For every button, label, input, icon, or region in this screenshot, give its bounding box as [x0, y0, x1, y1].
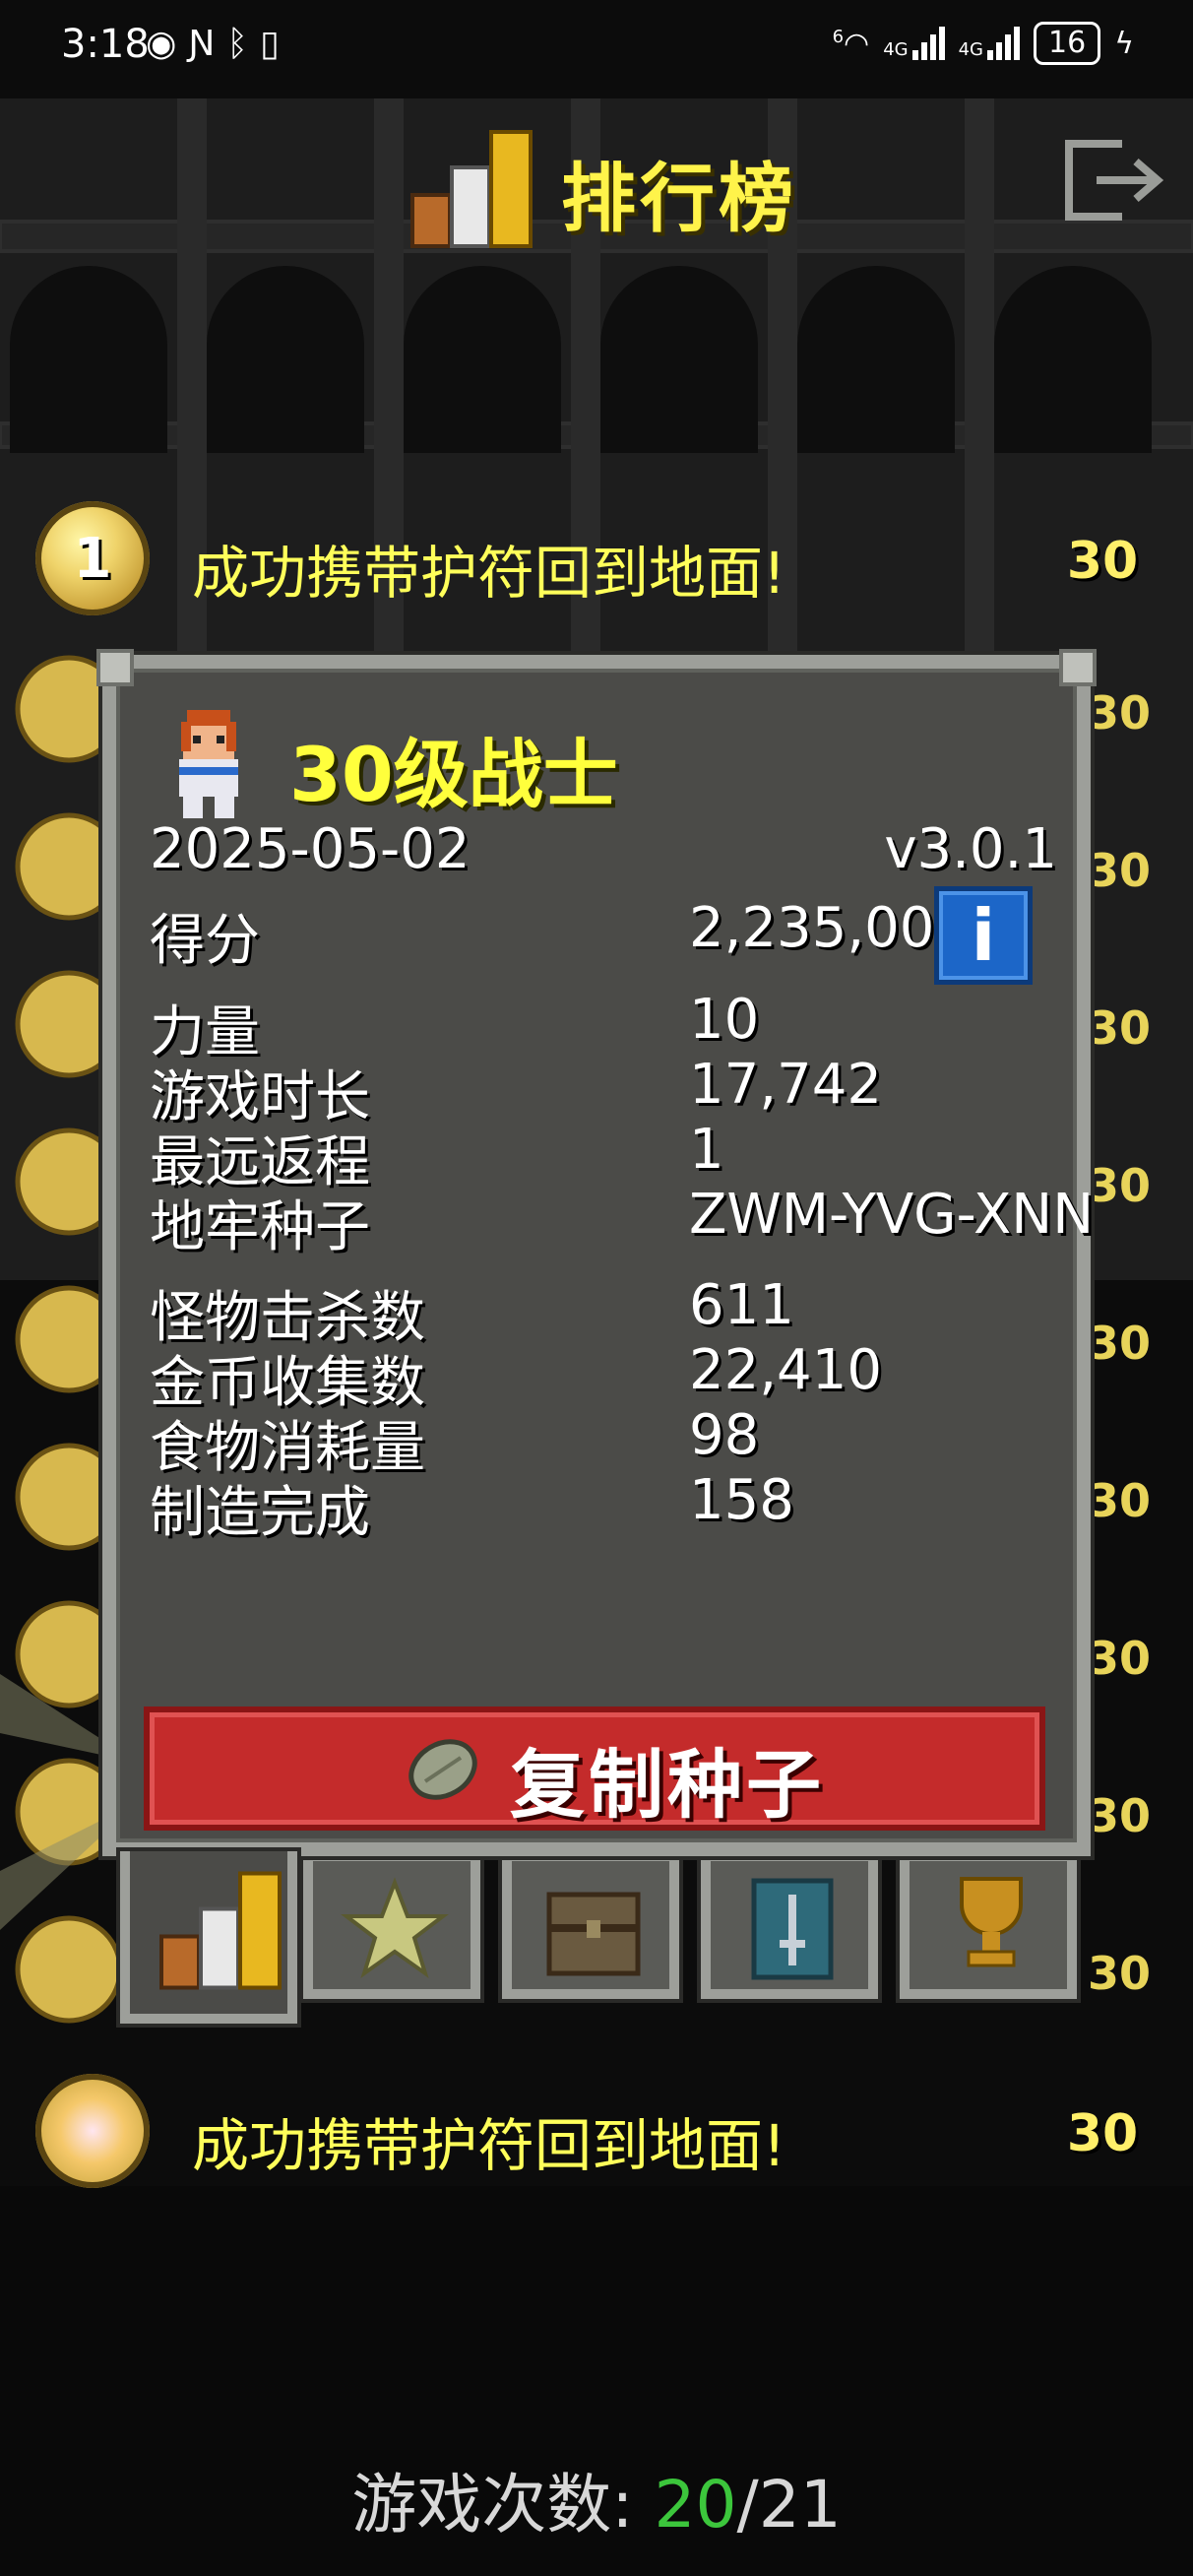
dialog-corner — [96, 649, 134, 686]
signal-icon-2: 4G — [959, 27, 1021, 60]
svg-text:30: 30 — [1088, 844, 1151, 897]
eye-icon: ◉ — [146, 24, 177, 64]
row-description: 成功携带护符回到地面! — [192, 2112, 786, 2179]
svg-text:30: 30 — [1088, 1317, 1151, 1370]
stat-value: 17,742 — [689, 1053, 882, 1117]
stat-value: 98 — [689, 1403, 760, 1467]
battery-indicator: 16 — [1034, 22, 1101, 65]
record-date: 2025-05-02 — [150, 817, 471, 881]
status-time: 3:18 — [61, 22, 150, 67]
dungeon-seed-value: ZWM-YVG-XNN — [689, 1183, 1095, 1247]
games-played-label: 游戏次数: — [351, 2467, 634, 2543]
charging-icon: ϟ — [1114, 26, 1134, 61]
row-description: 成功携带护符回到地面! — [192, 540, 786, 607]
sword-scroll-icon — [751, 1878, 834, 1980]
svg-text:30: 30 — [1088, 1159, 1151, 1212]
stat-value: 611 — [689, 1273, 794, 1337]
bluetooth-icon: ᛒ — [226, 24, 248, 64]
signal-icon: 4G — [883, 27, 945, 60]
nfc-icon: Ɲ — [188, 24, 216, 64]
row-level: 30 — [1066, 2104, 1139, 2163]
trophy-icon — [960, 1877, 1023, 1967]
tab-badges[interactable] — [303, 1851, 480, 1999]
svg-text:30: 30 — [1088, 686, 1151, 740]
score-label: 得分 — [150, 909, 260, 973]
badges-star-icon — [341, 1877, 449, 1979]
rank-medal — [35, 2074, 150, 2188]
score-value: 2,235,000 — [689, 896, 971, 960]
wifi-icon: 6◠ — [832, 26, 870, 61]
leaderboard-header: 排行榜 — [0, 108, 1193, 248]
stat-value: 22,410 — [689, 1338, 882, 1402]
warrior-portrait — [179, 710, 238, 818]
podium-icon — [410, 130, 533, 248]
svg-text:30: 30 — [1088, 1474, 1151, 1527]
games-played-count: 20 — [654, 2467, 737, 2543]
games-played-footer: 游戏次数: 20/21 — [0, 2452, 1193, 2546]
status-right-icons: 6◠ 4G 4G 16 ϟ — [833, 22, 1134, 65]
games-total-count: 21 — [758, 2467, 842, 2543]
svg-text:30: 30 — [1088, 1947, 1151, 2000]
dialog-corner — [1059, 649, 1097, 686]
row-level: 30 — [1066, 532, 1139, 591]
vibrate-icon: ▯ — [259, 24, 280, 64]
status-left-icons: ◉ Ɲ ᛒ ▯ — [146, 24, 280, 64]
copy-seed-label: 复制种子 — [510, 1741, 825, 1829]
leaderboard-row[interactable]: 1 成功携带护符回到地面! 30 — [0, 487, 1193, 635]
tab-stats[interactable] — [120, 1851, 297, 2024]
chest-icon — [546, 1892, 641, 1976]
svg-text:30: 30 — [1088, 1001, 1151, 1055]
record-details-dialog: 30级战士 2025-05-02 v3.0.1 得分 2,235,000 i 力… — [96, 649, 1097, 1856]
stats-tab-icon — [159, 1871, 282, 1990]
exit-icon[interactable] — [1063, 138, 1167, 223]
info-button[interactable]: i — [934, 886, 1033, 985]
games-separator: / — [736, 2467, 759, 2543]
status-bar: 3:18 ◉ Ɲ ᛒ ▯ 6◠ 4G 4G 16 ϟ — [0, 0, 1193, 95]
tab-rankings[interactable] — [900, 1851, 1077, 1999]
stat-value: 158 — [689, 1468, 794, 1532]
seed-icon — [408, 1739, 477, 1800]
stat-label: 地牢种子 — [150, 1195, 370, 1259]
tab-journal[interactable] — [701, 1851, 878, 1999]
page-title: 排行榜 — [561, 155, 797, 242]
leaderboard-row[interactable]: 成功携带护符回到地面! 30 — [0, 2060, 1193, 2208]
svg-text:30: 30 — [1088, 1632, 1151, 1685]
game-version: v3.0.1 — [884, 817, 1057, 881]
stat-label: 制造完成 — [150, 1481, 370, 1545]
record-title: 30级战士 — [289, 731, 618, 818]
tab-items[interactable] — [502, 1851, 679, 1999]
stat-value: 1 — [689, 1118, 724, 1182]
rank-medal: 1 — [35, 501, 150, 615]
svg-text:30: 30 — [1088, 1789, 1151, 1842]
stat-value: 10 — [689, 988, 760, 1052]
copy-seed-button[interactable]: 复制种子 — [144, 1707, 1045, 1831]
